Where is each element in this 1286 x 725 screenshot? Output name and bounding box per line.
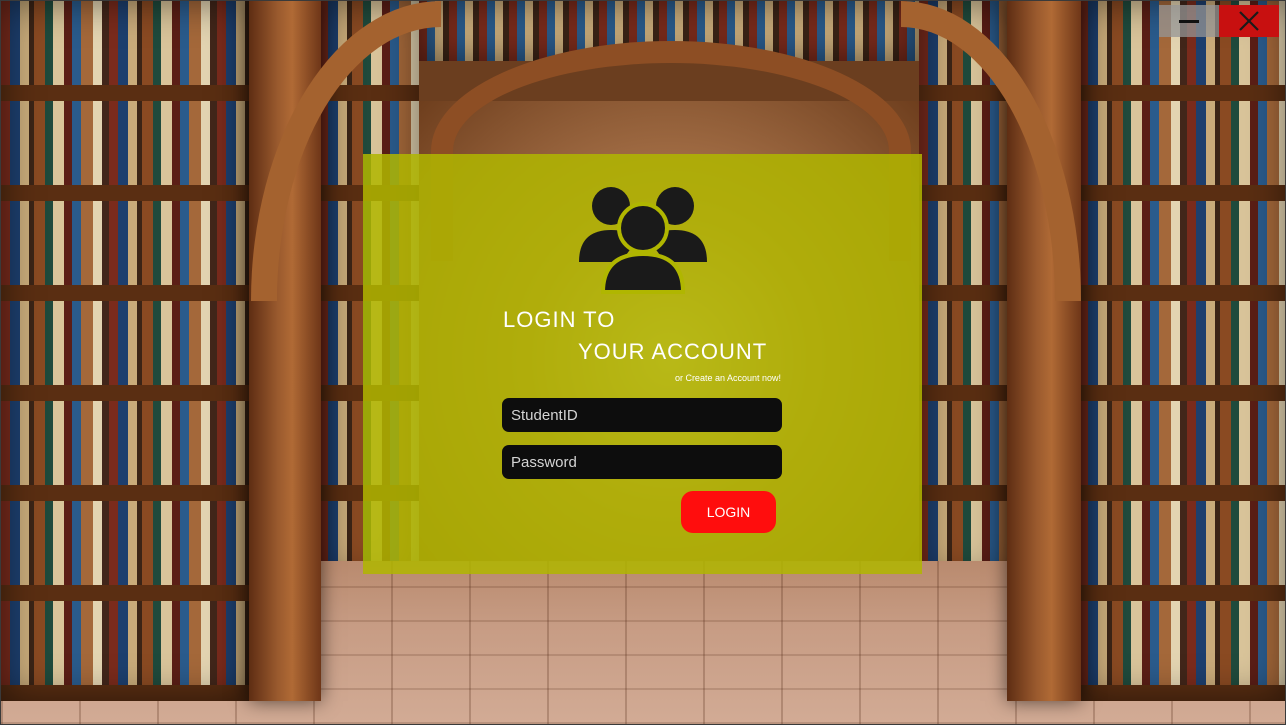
login-button[interactable]: LOGIN	[681, 491, 776, 533]
login-panel: LOGIN TO YOUR ACCOUNT or Create an Accou…	[363, 154, 922, 574]
close-icon	[1239, 11, 1259, 31]
login-title-line2: YOUR ACCOUNT	[578, 339, 768, 364]
student-id-input[interactable]	[502, 398, 782, 432]
minimize-button[interactable]	[1159, 5, 1219, 37]
users-group-icon	[579, 187, 707, 294]
app-window: LOGIN TO YOUR ACCOUNT or Create an Accou…	[0, 0, 1286, 725]
close-button[interactable]	[1219, 5, 1279, 37]
window-controls	[1159, 5, 1279, 37]
create-account-link[interactable]: or Create an Account now!	[675, 373, 781, 383]
password-input[interactable]	[502, 445, 782, 479]
login-title-line1: LOGIN TO	[503, 307, 616, 332]
minimize-icon	[1179, 19, 1199, 23]
